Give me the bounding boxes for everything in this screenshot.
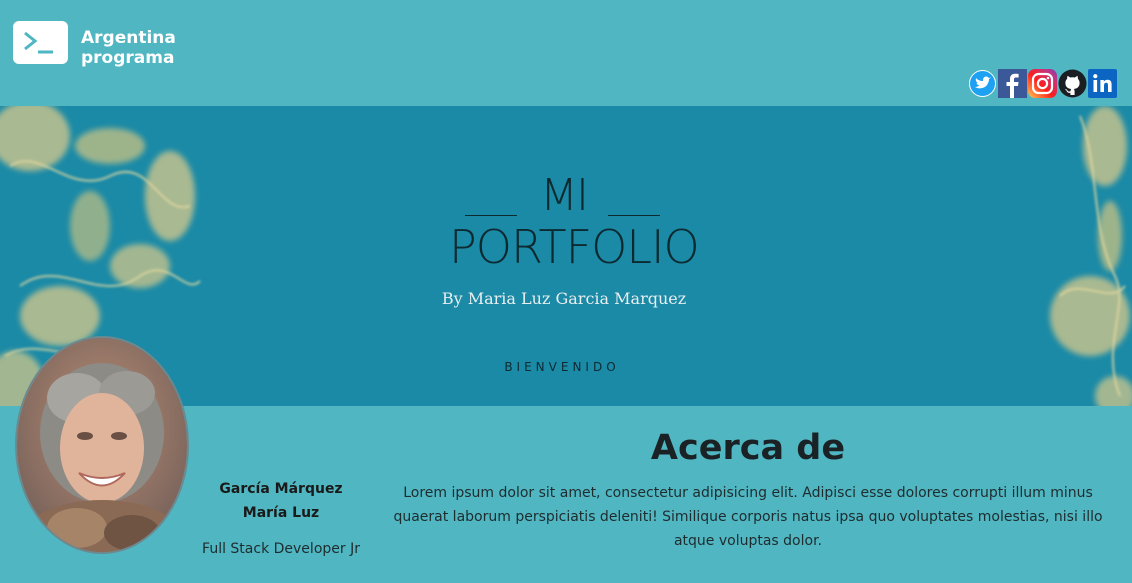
profile-first-name: María Luz — [242, 505, 320, 521]
title-portfolio: PORTFOLIO — [449, 220, 700, 274]
about-title: Acerca de — [650, 428, 846, 468]
hero-banner: MI PORTFOLIO By Maria Luz Garcia Marquez… — [0, 106, 1132, 406]
social-links — [968, 69, 1117, 98]
facebook-icon[interactable] — [998, 69, 1027, 98]
title-byline: By Maria Luz Garcia Marquez — [441, 289, 687, 308]
profile-avatar — [15, 336, 189, 554]
profile-surname: García Márquez — [219, 481, 343, 497]
instagram-icon[interactable] — [1028, 69, 1057, 98]
profile-name-block: García Márquez María Luz Full Stack Deve… — [196, 477, 366, 557]
brand-line-2: programa — [81, 48, 175, 68]
terminal-logo-icon[interactable] — [13, 21, 68, 64]
brand-line-1: Argentina — [81, 28, 176, 48]
title-line-right — [608, 215, 660, 216]
profile-role: Full Stack Developer Jr — [202, 541, 360, 557]
site-header: Argentina programa — [0, 0, 1132, 106]
title-mi: MI — [540, 170, 589, 221]
about-text: Lorem ipsum dolor sit amet, consectetur … — [393, 485, 1103, 549]
title-line-left — [465, 215, 517, 216]
welcome-text: BIENVENIDO — [504, 360, 620, 374]
twitter-icon[interactable] — [968, 69, 997, 98]
github-icon[interactable] — [1058, 69, 1087, 98]
brand-logo-text[interactable]: Argentina programa — [81, 28, 176, 68]
linkedin-icon[interactable] — [1088, 69, 1117, 98]
